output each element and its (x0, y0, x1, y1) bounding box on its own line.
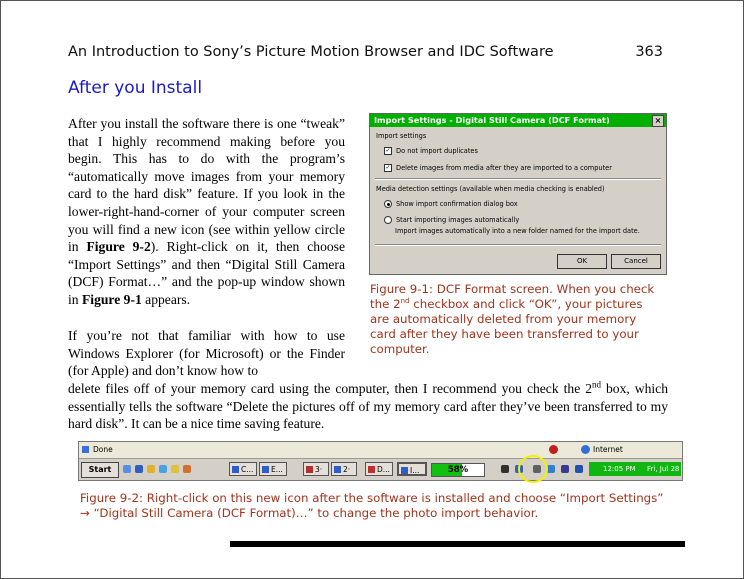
taskbar: Start C... E... 3· 2· D... I... 58% 12:0… (79, 460, 682, 480)
radio-selected-icon[interactable] (384, 200, 392, 208)
task-label: E... (271, 465, 283, 474)
figure-9-2-caption: Figure 9-2: Right-click on this new icon… (80, 491, 665, 521)
paragraph-2-text-a: delete files off of your memory card usi… (68, 381, 593, 396)
paragraph-2-wrapped: If you’re not that familiar with how to … (68, 328, 345, 379)
caption-label: Figure 9-1: (370, 282, 434, 296)
quicklaunch-icon[interactable] (123, 465, 131, 473)
windows-taskbar-screenshot: Done Internet Start C... E... 3· 2· D...… (78, 441, 683, 481)
radio-show-confirmation-label: Show import confirmation dialog box (396, 200, 518, 208)
figure-ref-9-2: Figure 9-2 (86, 239, 151, 255)
checkbox-delete-label: Delete images from media after they are … (396, 164, 612, 172)
caption-label: Figure 9-2: (80, 491, 144, 505)
paragraph-1-text-a: After you install the software there is … (68, 116, 345, 255)
progress-meter: 58% (431, 463, 485, 477)
highlight-circle (518, 455, 548, 483)
folder-icon (232, 466, 239, 473)
dialog-title: Import Settings - Digital Still Camera (… (374, 115, 610, 125)
taskbar-task-1[interactable]: C... (229, 462, 257, 476)
task-label: D... (377, 465, 390, 474)
status-done: Done (93, 445, 113, 454)
taskbar-task-3[interactable]: 3· (303, 462, 329, 476)
taskbar-task-5[interactable]: D... (365, 462, 393, 476)
browser-status-bar: Done Internet (79, 442, 682, 459)
ordinal-suffix: nd (592, 379, 602, 390)
task-label: I... (410, 466, 420, 475)
status-zone: Internet (593, 445, 623, 454)
paragraph-1-text-c: appears. (141, 291, 191, 307)
paragraph-1: After you install the software there is … (68, 115, 345, 309)
dialog-title-bar: Import Settings - Digital Still Camera (… (370, 114, 666, 127)
taskbar-task-2[interactable]: E... (259, 462, 287, 476)
checkbox-delete-after-import[interactable]: ✓ Delete images from media after they are… (384, 164, 612, 172)
quicklaunch-icon[interactable] (159, 465, 167, 473)
cancel-button[interactable]: Cancel (611, 254, 661, 269)
word-icon (334, 466, 341, 473)
radio-unselected-icon[interactable] (384, 216, 392, 224)
checkbox-no-duplicates-label: Do not import duplicates (396, 147, 478, 155)
checkbox-checked-icon[interactable]: ✓ (384, 164, 392, 172)
app-icon (401, 467, 408, 474)
radio-auto-import-label: Start importing images automatically (396, 216, 520, 224)
quicklaunch-icon[interactable] (147, 465, 155, 473)
checkbox-no-duplicates[interactable]: ✓ Do not import duplicates (384, 147, 478, 155)
section-title: After you Install (68, 78, 203, 98)
checkbox-checked-icon[interactable]: ✓ (384, 147, 392, 155)
ok-button[interactable]: OK (557, 254, 607, 269)
pdf-icon (368, 466, 375, 473)
radio-show-confirmation[interactable]: Show import confirmation dialog box (384, 200, 518, 208)
task-label: 3· (315, 465, 323, 474)
paragraph-2-full: delete files off of your memory card usi… (68, 380, 668, 433)
app-icon (306, 466, 313, 473)
progress-label: 58% (447, 465, 469, 475)
caption-text: Right-click on this new icon after the s… (80, 491, 664, 520)
import-settings-group-label: Import settings (376, 132, 427, 140)
quicklaunch-icon[interactable] (135, 465, 143, 473)
dialog-divider (375, 178, 661, 180)
clock-time: 12:05 PM (603, 465, 636, 473)
close-icon[interactable]: × (652, 115, 664, 127)
quicklaunch-icon[interactable] (183, 465, 191, 473)
page-icon (82, 446, 89, 453)
task-label: C... (241, 465, 254, 474)
ordinal-suffix: nd (400, 297, 410, 306)
globe-icon (581, 445, 590, 454)
radio-auto-import[interactable]: Start importing images automatically (384, 216, 519, 224)
task-label: 2· (343, 465, 351, 474)
quicklaunch-icon[interactable] (171, 465, 179, 473)
page-number: 363 (635, 44, 663, 60)
import-settings-dialog: Import Settings - Digital Still Camera (… (369, 113, 667, 275)
caption-text-b: checkbox and click “OK”, your pictures a… (370, 297, 643, 356)
header-title: An Introduction to Sony’s Picture Motion… (68, 44, 554, 60)
tray-icon[interactable] (501, 465, 509, 473)
system-clock[interactable]: 12:05 PM Fri, Jul 28 (589, 462, 681, 476)
clock-date: Fri, Jul 28 (647, 465, 680, 473)
radio-auto-import-description: Import images automatically into a new f… (395, 227, 640, 235)
taskbar-task-4[interactable]: 2· (331, 462, 357, 476)
browser-icon (262, 466, 269, 473)
media-detection-group-label: Media detection settings (available when… (376, 185, 605, 193)
figure-ref-9-1: Figure 9-1 (81, 291, 142, 307)
blocked-icon (549, 445, 558, 454)
shield-icon[interactable] (575, 465, 583, 473)
start-button[interactable]: Start (81, 462, 119, 478)
footer-rule (230, 541, 685, 547)
network-icon[interactable] (561, 465, 569, 473)
figure-9-1-caption: Figure 9-1: DCF Format screen. When you … (370, 282, 660, 357)
taskbar-task-6-active[interactable]: I... (397, 462, 427, 476)
dialog-divider (375, 244, 661, 246)
tray-icon[interactable] (547, 465, 555, 473)
